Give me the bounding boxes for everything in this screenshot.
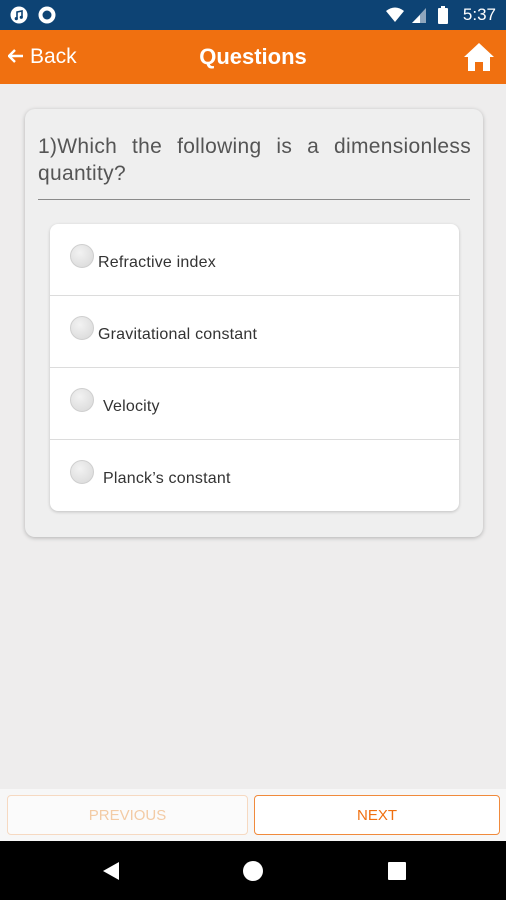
option-item[interactable]: Refractive index (50, 224, 459, 296)
battery-icon (437, 6, 455, 24)
radio-button[interactable] (70, 460, 94, 484)
nav-recents-icon[interactable] (386, 860, 408, 882)
radio-button[interactable] (70, 316, 94, 340)
status-bar: 5:37 (0, 0, 506, 30)
question-line-2: quantity? (38, 162, 126, 185)
back-label: Back (30, 45, 77, 68)
next-button[interactable]: NEXT (254, 795, 500, 835)
app-bar: Back Questions (0, 30, 506, 84)
option-label: Refractive index (98, 254, 216, 271)
home-icon[interactable] (462, 40, 496, 74)
question-card: 1)Which the following is a dimensionless… (25, 109, 483, 537)
options-list: Refractive index Gravitational constant … (50, 224, 459, 511)
status-left-icons (10, 6, 56, 24)
radio-button[interactable] (70, 388, 94, 412)
bottom-button-bar: PREVIOUS NEXT (0, 789, 506, 841)
status-time: 5:37 (462, 5, 496, 24)
radio-button[interactable] (70, 244, 94, 268)
question-line-1: 1)Which the following is a dimensionless (38, 135, 471, 158)
question-divider (38, 199, 470, 200)
system-nav-bar (0, 841, 506, 900)
previous-button[interactable]: PREVIOUS (7, 795, 248, 835)
option-label: Velocity (103, 398, 160, 415)
music-note-icon (10, 6, 28, 24)
back-button[interactable]: Back (7, 30, 77, 84)
nav-home-icon[interactable] (242, 860, 264, 882)
option-item[interactable]: Velocity (50, 368, 459, 440)
option-item[interactable]: Planck’s constant (50, 440, 459, 511)
option-label: Gravitational constant (98, 326, 258, 343)
signal-icon (411, 6, 429, 24)
status-right: 5:37 (385, 5, 496, 25)
question-text: 1)Which the following is a dimensionless… (38, 133, 471, 187)
circle-status-icon (38, 6, 56, 24)
wifi-icon (385, 6, 404, 24)
nav-back-icon[interactable] (100, 860, 122, 882)
option-label: Planck’s constant (103, 470, 231, 487)
option-item[interactable]: Gravitational constant (50, 296, 459, 368)
arrow-left-icon (7, 45, 24, 69)
